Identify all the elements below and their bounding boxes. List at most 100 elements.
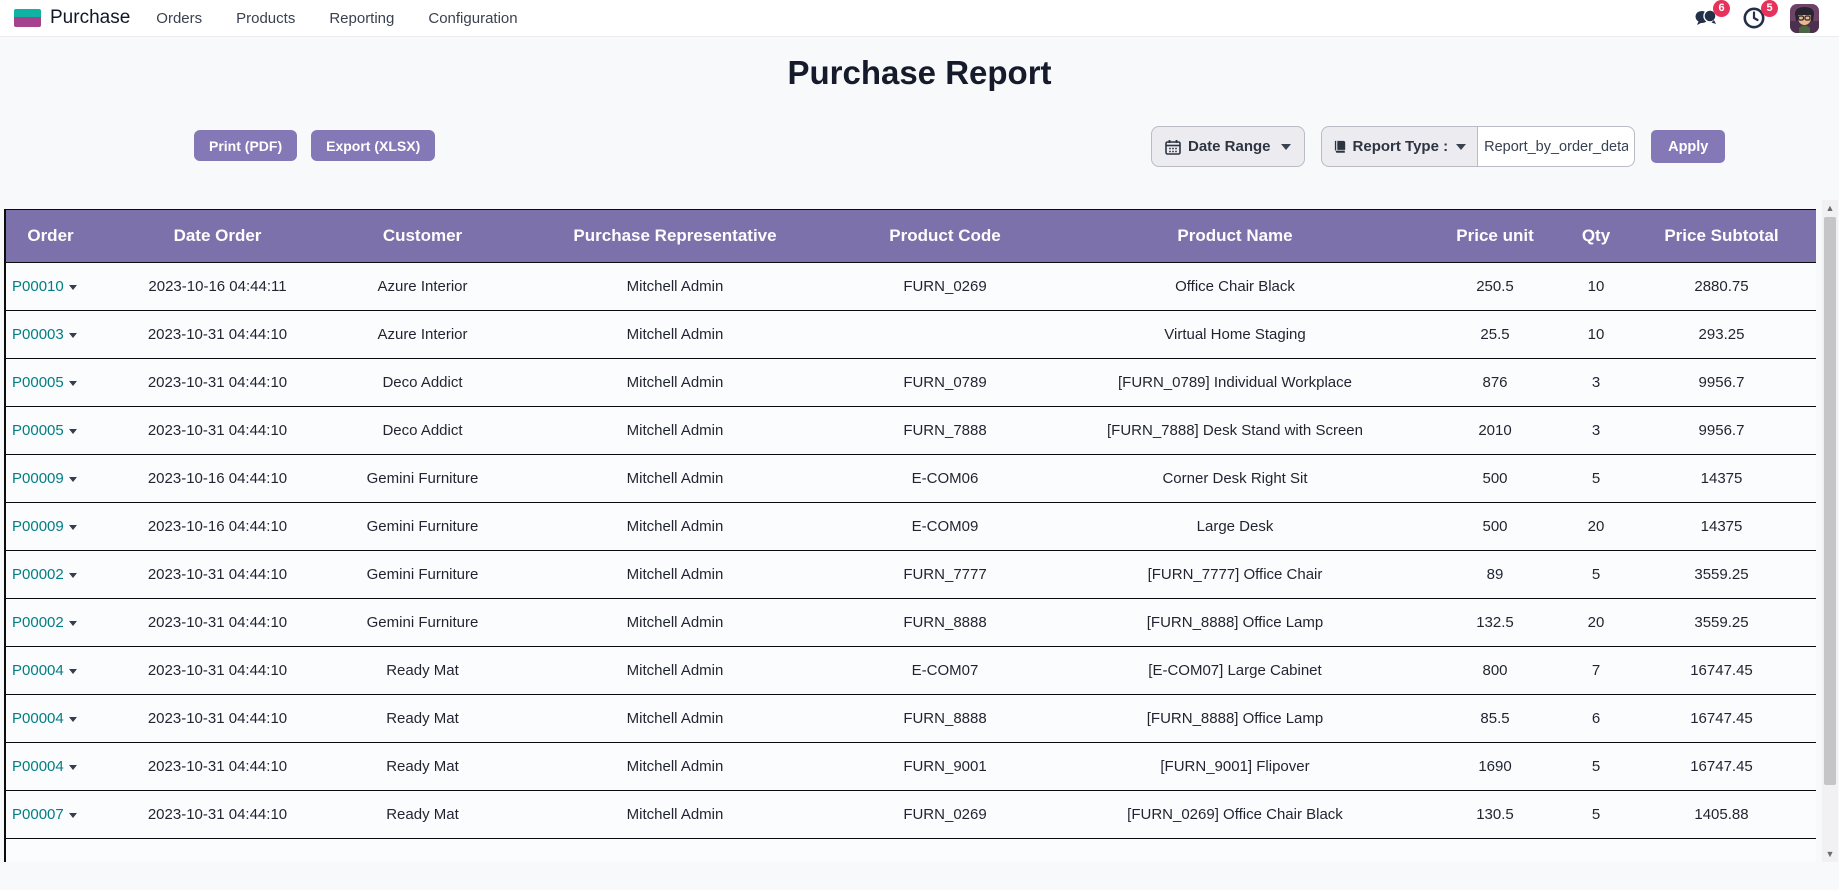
cell-purchase-representative: Mitchell Admin xyxy=(505,551,845,599)
page-title: Purchase Report xyxy=(0,54,1839,92)
order-link[interactable]: P00009 xyxy=(12,518,64,535)
app-switcher[interactable]: Purchase xyxy=(14,7,130,29)
calendar-icon xyxy=(1165,139,1181,155)
scroll-down-arrow-icon[interactable]: ▼ xyxy=(1822,846,1838,862)
user-avatar[interactable] xyxy=(1790,4,1819,33)
app-name[interactable]: Purchase xyxy=(50,7,130,29)
menu-orders[interactable]: Orders xyxy=(156,10,202,27)
cell-date-order: 2023-10-31 04:44:10 xyxy=(95,647,340,695)
order-link[interactable]: P00004 xyxy=(12,710,64,727)
avatar-image-icon xyxy=(1790,4,1819,33)
cell-price-subtotal: 293.25 xyxy=(1627,311,1816,359)
apply-button[interactable]: Apply xyxy=(1651,130,1725,163)
report-type-input[interactable] xyxy=(1477,126,1635,167)
cell-date-order: 2023-10-31 04:44:10 xyxy=(95,311,340,359)
table-row: P000052023-10-31 04:44:10Deco AddictMitc… xyxy=(5,407,1816,455)
messages-badge: 6 xyxy=(1713,0,1730,17)
table-row: P000092023-10-16 04:44:10Gemini Furnitur… xyxy=(5,503,1816,551)
messages-button[interactable]: 6 xyxy=(1694,6,1720,30)
cell-date-order: 2023-10-16 04:44:10 xyxy=(95,455,340,503)
cell-customer: Gemini Furniture xyxy=(340,599,505,647)
cell-order: P00009 xyxy=(5,503,95,551)
cell-purchase-representative: Mitchell Admin xyxy=(505,455,845,503)
vertical-scrollbar[interactable]: ▲ ▼ xyxy=(1822,200,1838,862)
order-dropdown-caret-icon[interactable] xyxy=(69,621,77,626)
report-table-container: OrderDate OrderCustomerPurchase Represen… xyxy=(4,209,1816,862)
order-dropdown-caret-icon[interactable] xyxy=(69,333,77,338)
cell-price-subtotal: 16747.45 xyxy=(1627,695,1816,743)
cell-customer: Ready Mat xyxy=(340,791,505,839)
scrollbar-thumb[interactable] xyxy=(1824,217,1836,785)
cell-product-name: [FURN_0269] Office Chair Black xyxy=(1045,791,1425,839)
order-dropdown-caret-icon[interactable] xyxy=(69,525,77,530)
cell-order: P00005 xyxy=(5,359,95,407)
order-dropdown-caret-icon[interactable] xyxy=(69,573,77,578)
table-row: P00009 2023-10-16 04:44:10Gemini Furnitur… xyxy=(5,455,1816,503)
cell-price-unit: 2010 xyxy=(1425,407,1565,455)
cell-date-order: 2023-10-31 04:44:10 xyxy=(95,695,340,743)
cell-product-code: FURN_0789 xyxy=(845,359,1045,407)
cell-date-order: 2023-10-16 04:44:10 xyxy=(95,503,340,551)
column-header: Product Name xyxy=(1045,210,1425,263)
cell-qty: 3 xyxy=(1565,359,1627,407)
cell-product-code: FURN_0269 xyxy=(845,263,1045,311)
menu-reporting[interactable]: Reporting xyxy=(329,10,394,27)
order-link[interactable]: P00005 xyxy=(12,422,64,439)
odoo-app-logo-icon xyxy=(14,9,41,27)
cell-product-name: [FURN_8888] Office Lamp xyxy=(1045,599,1425,647)
order-link[interactable]: P00002 xyxy=(12,566,64,583)
order-link[interactable]: P00003 xyxy=(12,326,64,343)
cell-date-order xyxy=(95,839,340,863)
order-link[interactable]: P00010 xyxy=(12,278,64,295)
cell-customer: Gemini Furniture xyxy=(340,551,505,599)
activities-button[interactable]: 5 xyxy=(1742,6,1768,30)
chevron-down-icon xyxy=(1281,144,1291,150)
order-link[interactable]: P00004 xyxy=(12,758,64,775)
cell-purchase-representative xyxy=(505,839,845,863)
cell-customer xyxy=(340,839,505,863)
cell-order: P00004 xyxy=(5,647,95,695)
cell-qty: 10 xyxy=(1565,263,1627,311)
cell-customer: Deco Addict xyxy=(340,407,505,455)
date-range-dropdown[interactable]: Date Range xyxy=(1151,126,1305,167)
cell-date-order: 2023-10-31 04:44:10 xyxy=(95,551,340,599)
order-dropdown-caret-icon[interactable] xyxy=(69,717,77,722)
order-dropdown-caret-icon[interactable] xyxy=(69,429,77,434)
cell-product-code: E-COM06 xyxy=(845,455,1045,503)
order-dropdown-caret-icon[interactable] xyxy=(69,813,77,818)
order-link[interactable]: P00007 xyxy=(12,806,64,823)
cell-product-name: [FURN_9001] Flipover xyxy=(1045,743,1425,791)
cell-purchase-representative: Mitchell Admin xyxy=(505,695,845,743)
cell-product-code: FURN_9001 xyxy=(845,743,1045,791)
menu-products[interactable]: Products xyxy=(236,10,295,27)
table-row: P000042023-10-31 04:44:10Ready MatMitche… xyxy=(5,743,1816,791)
order-dropdown-caret-icon[interactable] xyxy=(69,765,77,770)
cell-order: P00004 xyxy=(5,695,95,743)
order-dropdown-caret-icon[interactable] xyxy=(69,477,77,482)
column-header: Order xyxy=(5,210,95,263)
order-link[interactable]: P00004 xyxy=(12,662,64,679)
print-pdf-button[interactable]: Print (PDF) xyxy=(194,130,297,161)
cell-date-order: 2023-10-16 04:44:11 xyxy=(95,263,340,311)
order-dropdown-caret-icon[interactable] xyxy=(69,285,77,290)
order-dropdown-caret-icon[interactable] xyxy=(69,381,77,386)
cell-product-code xyxy=(845,839,1045,863)
order-link[interactable]: P00005 xyxy=(12,374,64,391)
cell-order: P00002 xyxy=(5,551,95,599)
report-type-dropdown[interactable]: Report Type : xyxy=(1321,126,1478,167)
order-dropdown-caret-icon[interactable] xyxy=(69,669,77,674)
cell-purchase-representative: Mitchell Admin xyxy=(505,359,845,407)
export-xlsx-button[interactable]: Export (XLSX) xyxy=(311,130,435,161)
cell-price-unit: 130.5 xyxy=(1425,791,1565,839)
cell-date-order: 2023-10-31 04:44:10 xyxy=(95,407,340,455)
order-link[interactable]: P00009 xyxy=(12,470,64,487)
cell-customer: Gemini Furniture xyxy=(340,455,505,503)
scroll-up-arrow-icon[interactable]: ▲ xyxy=(1822,200,1838,216)
systray: 6 5 xyxy=(1694,4,1825,33)
cell-purchase-representative: Mitchell Admin xyxy=(505,503,845,551)
order-link[interactable]: P00002 xyxy=(12,614,64,631)
purchase-report-table: OrderDate OrderCustomerPurchase Represen… xyxy=(4,209,1816,862)
column-header: Customer xyxy=(340,210,505,263)
cell-price-subtotal: 3559.25 xyxy=(1627,551,1816,599)
menu-configuration[interactable]: Configuration xyxy=(428,10,517,27)
